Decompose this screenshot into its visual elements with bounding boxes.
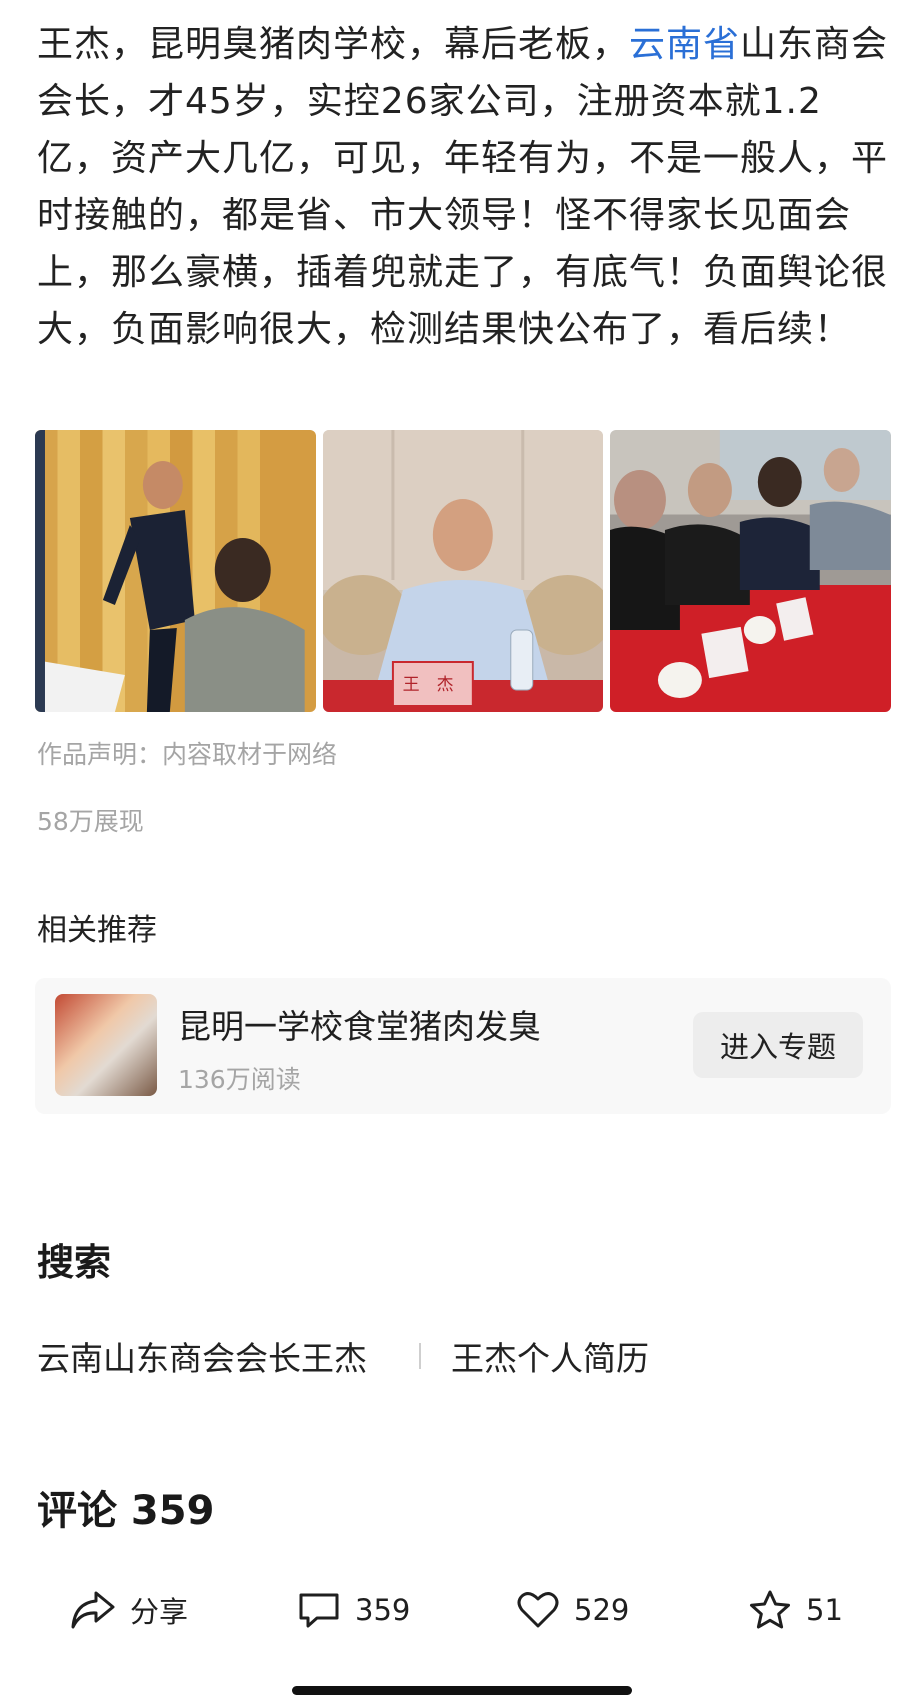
action-bar: 分享 359 529 51: [0, 1572, 922, 1648]
star-icon: [750, 1590, 790, 1629]
location-link[interactable]: 云南省: [629, 24, 740, 65]
search-suggestion-1[interactable]: 云南山东商会会长王杰: [37, 1332, 367, 1380]
comments-heading: 评论 359: [37, 1488, 215, 1534]
like-count: 529: [574, 1593, 630, 1627]
enter-topic-button[interactable]: 进入专题: [693, 1012, 863, 1078]
topic-read-count: 136万阅读: [178, 1065, 301, 1094]
search-suggestion-2[interactable]: 王杰个人简历: [451, 1332, 649, 1380]
post-text-part-2: 山东商会会长，才45岁，实控26家公司，注册资本就1.2亿，资产大几亿，可见，年…: [37, 24, 889, 350]
related-heading: 相关推荐: [37, 913, 157, 948]
view-count: 58万展现: [37, 807, 144, 836]
topic-thumbnail: [55, 994, 157, 1096]
content-statement: 作品声明：内容取材于网络: [37, 740, 338, 769]
search-heading: 搜索: [37, 1241, 111, 1284]
divider: [419, 1343, 421, 1369]
related-topic-card[interactable]: 昆明一学校食堂猪肉发臭 136万阅读 进入专题: [35, 978, 891, 1114]
post-image-3[interactable]: [610, 430, 892, 712]
nameplate-text: 王 杰: [402, 675, 454, 695]
search-suggestions: 云南山东商会会长王杰 王杰个人简历: [37, 1332, 649, 1380]
favorite-button[interactable]: 51: [748, 1572, 843, 1648]
share-label: 分享: [130, 1595, 189, 1629]
home-indicator[interactable]: [292, 1686, 632, 1695]
share-button[interactable]: 分享: [70, 1572, 188, 1648]
post-images: 王 杰: [35, 430, 892, 712]
comment-button[interactable]: 359: [297, 1572, 410, 1648]
post-text-part-1: 王杰，昆明臭猪肉学校，幕后老板，: [37, 24, 630, 65]
like-button[interactable]: 529: [516, 1572, 629, 1648]
favorite-count: 51: [806, 1593, 843, 1627]
post-image-1[interactable]: [35, 430, 316, 712]
topic-title: 昆明一学校食堂猪肉发臭: [178, 1007, 541, 1046]
heart-icon: [517, 1592, 559, 1628]
post-image-2[interactable]: 王 杰: [322, 430, 604, 712]
share-icon: [71, 1591, 115, 1629]
comment-count: 359: [355, 1593, 411, 1627]
comment-icon: [299, 1593, 339, 1628]
post-body: 王杰，昆明臭猪肉学校，幕后老板，云南省山东商会会长，才45岁，实控26家公司，注…: [37, 16, 893, 358]
